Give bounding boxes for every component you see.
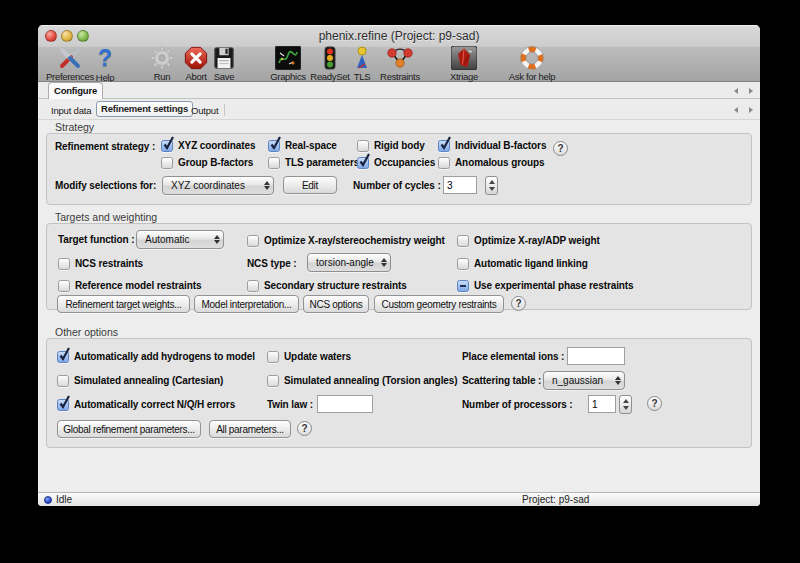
- save-icon: [212, 46, 236, 70]
- configure-tab-bar: [38, 82, 760, 99]
- cycles-stepper[interactable]: [485, 176, 498, 195]
- number-of-cycles-label: Number of cycles :: [353, 180, 437, 191]
- twin-law-field[interactable]: [317, 395, 373, 413]
- refinement-target-weights-button[interactable]: Refinement target weights...: [57, 295, 190, 313]
- ncs-type-dropdown[interactable]: torsion-angle: [307, 253, 391, 272]
- updown-arrows-icon: [264, 181, 270, 190]
- model-interpretation-button[interactable]: Model interpretation...: [194, 295, 299, 313]
- updown-arrows-icon: [214, 235, 220, 244]
- updown-arrows-icon: [615, 376, 621, 385]
- tabs-back-arrow-icon[interactable]: [732, 106, 740, 114]
- checkbox-reference-model-restraints[interactable]: Reference model restraints: [58, 279, 201, 292]
- restraints-icon: [385, 46, 415, 70]
- checkbox-automatically-add-hydrogens[interactable]: Automatically add hydrogens to model: [57, 350, 255, 363]
- edit-button[interactable]: Edit: [283, 176, 337, 194]
- place-elemental-ions-field[interactable]: [567, 347, 625, 365]
- modify-selections-dropdown[interactable]: XYZ coordinates: [162, 176, 274, 195]
- checkbox-optimize-xray-adp-weight[interactable]: Optimize X-ray/ADP weight: [457, 234, 600, 247]
- processors-stepper[interactable]: [619, 395, 632, 414]
- app-window: phenix.refine (Project: p9-sad) Preferen…: [38, 25, 760, 506]
- checkbox-update-waters[interactable]: Update waters: [267, 350, 351, 363]
- close-button[interactable]: [45, 30, 57, 42]
- processors-help-button[interactable]: ?: [647, 396, 662, 411]
- checkbox-simulated-annealing-cartesian[interactable]: Simulated annealing (Cartesian): [57, 374, 223, 387]
- other-help-button[interactable]: ?: [297, 421, 312, 436]
- number-of-processors-field[interactable]: [588, 395, 616, 413]
- minimize-button[interactable]: [61, 30, 73, 42]
- custom-geometry-restraints-button[interactable]: Custom geometry restraints: [374, 295, 504, 313]
- nav-forward-arrow-icon[interactable]: [747, 87, 755, 95]
- tab-output[interactable]: Output: [191, 105, 218, 116]
- status-text: Idle: [56, 494, 72, 505]
- other-options-group-label: Other options: [55, 326, 118, 338]
- status-bar: Idle Project: p9-sad: [38, 492, 760, 506]
- checkbox-ncs-restraints[interactable]: NCS restraints: [58, 257, 143, 270]
- checkbox-rigid-body[interactable]: Rigid body: [357, 139, 425, 152]
- tab-refinement-settings[interactable]: Refinement settings: [96, 101, 193, 117]
- modify-selections-label: Modify selections for:: [55, 180, 156, 191]
- status-led-icon: [44, 496, 52, 504]
- checkbox-individual-b-factors[interactable]: Individual B-factors: [438, 139, 546, 152]
- ask-for-help-lifebuoy-icon: [520, 46, 544, 70]
- strategy-group-label: Strategy: [55, 121, 94, 133]
- tab-configure[interactable]: Configure: [48, 82, 103, 99]
- target-function-dropdown[interactable]: Automatic: [136, 230, 224, 249]
- checkbox-anomalous-groups[interactable]: Anomalous groups: [438, 156, 545, 169]
- checkbox-group-b-factors[interactable]: Group B-factors: [161, 156, 253, 169]
- nav-back-arrow-icon[interactable]: [732, 87, 740, 95]
- targets-group-label: Targets and weighting: [55, 211, 157, 223]
- window-header: phenix.refine (Project: p9-sad) Preferen…: [38, 25, 760, 82]
- refinement-strategy-label: Refinement strategy :: [55, 141, 155, 152]
- scattering-table-label: Scattering table :: [462, 375, 541, 386]
- scattering-table-dropdown[interactable]: n_gaussian: [543, 371, 625, 390]
- help-icon: ?: [98, 46, 112, 71]
- checkbox-real-space[interactable]: Real-space: [268, 139, 337, 152]
- place-elemental-ions-label: Place elemental ions :: [462, 351, 563, 362]
- checkbox-xyz-coordinates[interactable]: XYZ coordinates: [161, 139, 255, 152]
- checkbox-use-experimental-phase-restraints[interactable]: Use experimental phase restraints: [457, 279, 634, 292]
- number-of-cycles-field[interactable]: [443, 176, 477, 194]
- strategy-help-button[interactable]: ?: [553, 141, 568, 156]
- checkbox-optimize-xray-stereochemistry-weight[interactable]: Optimize X-ray/stereochemistry weight: [247, 234, 445, 247]
- checkbox-automatic-ligand-linking[interactable]: Automatic ligand linking: [457, 257, 588, 270]
- checkbox-occupancies[interactable]: Occupancies: [357, 156, 435, 169]
- xtriage-icon: [451, 46, 477, 70]
- tab-input-data[interactable]: Input data: [51, 105, 91, 116]
- settings-tab-bar: Input data Refinement settings Output: [38, 100, 760, 120]
- project-status-text: Project: p9-sad: [522, 494, 589, 505]
- toolbar-button-ask-for-help[interactable]: Ask for help: [490, 46, 574, 81]
- number-of-processors-label: Number of processors :: [462, 399, 573, 410]
- zoom-button[interactable]: [77, 30, 89, 42]
- window-title: phenix.refine (Project: p9-sad): [98, 29, 700, 43]
- checkbox-tls-parameters[interactable]: TLS parameters: [268, 156, 359, 169]
- checkbox-automatically-correct-nqh[interactable]: Automatically correct N/Q/H errors: [57, 398, 235, 411]
- all-parameters-button[interactable]: All parameters...: [209, 420, 291, 438]
- checkbox-simulated-annealing-torsion[interactable]: Simulated annealing (Torsion angles): [267, 374, 457, 387]
- checkbox-secondary-structure-restraints[interactable]: Secondary structure restraints: [247, 279, 407, 292]
- ncs-type-label: NCS type :: [247, 258, 297, 269]
- target-function-label: Target function :: [58, 234, 134, 245]
- targets-help-button[interactable]: ?: [511, 296, 526, 311]
- global-refinement-parameters-button[interactable]: Global refinement parameters...: [57, 420, 201, 438]
- twin-law-label: Twin law :: [267, 399, 313, 410]
- tabs-forward-arrow-icon[interactable]: [747, 106, 755, 114]
- ncs-options-button[interactable]: NCS options: [303, 295, 369, 313]
- updown-arrows-icon: [381, 258, 387, 267]
